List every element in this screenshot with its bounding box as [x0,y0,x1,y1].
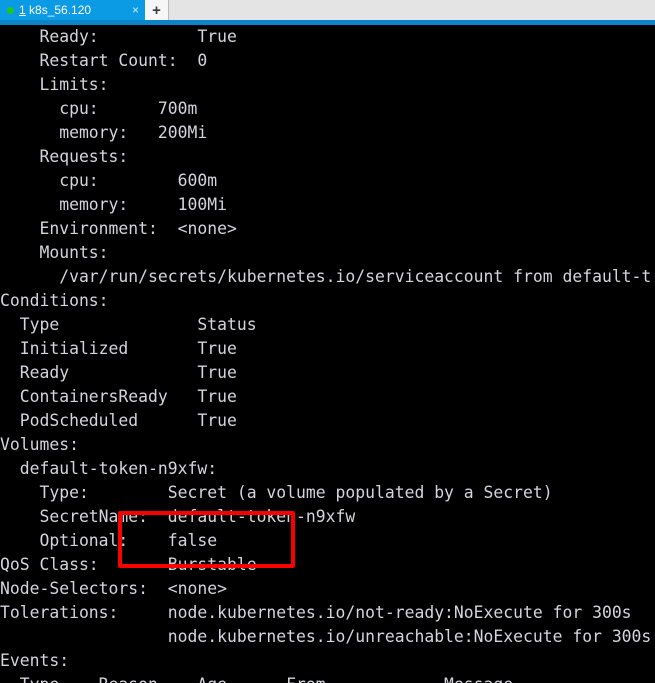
terminal-line: Ready: True [0,27,237,46]
terminal-line: Ready True [0,363,237,382]
terminal-line: Type Reason Age From Message [0,673,655,683]
terminal-line: Mounts: [0,243,109,262]
terminal-line: Type: Secret (a volume populated by a Se… [0,483,553,502]
terminal-line: memory: 200Mi [0,123,208,142]
terminal-window: 1 k8s_56.120 × + Ready: True Restart Cou… [0,0,655,683]
terminal-line: default-token-n9xfw: [0,459,218,478]
terminal-line: Conditions: [0,291,109,310]
tab-name: k8s_56.120 [25,3,92,17]
tab-bar: 1 k8s_56.120 × + [0,0,655,20]
terminal-line: Tolerations: node.kubernetes.io/not-read… [0,603,632,622]
terminal-line: Optional: false [0,531,218,550]
terminal-line: Type Status [0,315,257,334]
terminal-line: ContainersReady True [0,387,237,406]
terminal-output-area[interactable]: Ready: True Restart Count: 0 Limits: cpu… [0,25,655,683]
terminal-line: QoS Class: Burstable [0,555,257,574]
connection-status-dot [7,6,14,14]
terminal-line: Limits: [0,75,109,94]
terminal-line: PodScheduled True [0,411,237,430]
terminal-line: cpu: 600m [0,171,218,190]
terminal-line: Environment: <none> [0,219,237,238]
terminal-line: Events: [0,651,70,670]
terminal-line: SecretName: default-token-n9xfw [0,507,356,526]
terminal-line: Requests: [0,147,129,166]
terminal-line: cpu: 700m [0,99,198,118]
tab-index: 1 [19,3,26,17]
terminal-line: Restart Count: 0 [0,51,208,70]
tab-bar-empty-area [169,0,655,20]
terminal-line: memory: 100Mi [0,195,227,214]
tab-label: 1 k8s_56.120 [19,0,91,20]
terminal-line: Volumes: [0,435,79,454]
new-tab-button[interactable]: + [145,0,169,20]
terminal-line: Initialized True [0,339,237,358]
terminal-text: Ready: True Restart Count: 0 Limits: cpu… [0,25,655,683]
terminal-line: /var/run/secrets/kubernetes.io/serviceac… [0,267,652,286]
tab-k8s-session[interactable]: 1 k8s_56.120 × [0,0,145,20]
terminal-line: Node-Selectors: <none> [0,579,227,598]
terminal-line: node.kubernetes.io/unreachable:NoExecute… [0,627,652,646]
close-icon[interactable]: × [122,0,139,20]
